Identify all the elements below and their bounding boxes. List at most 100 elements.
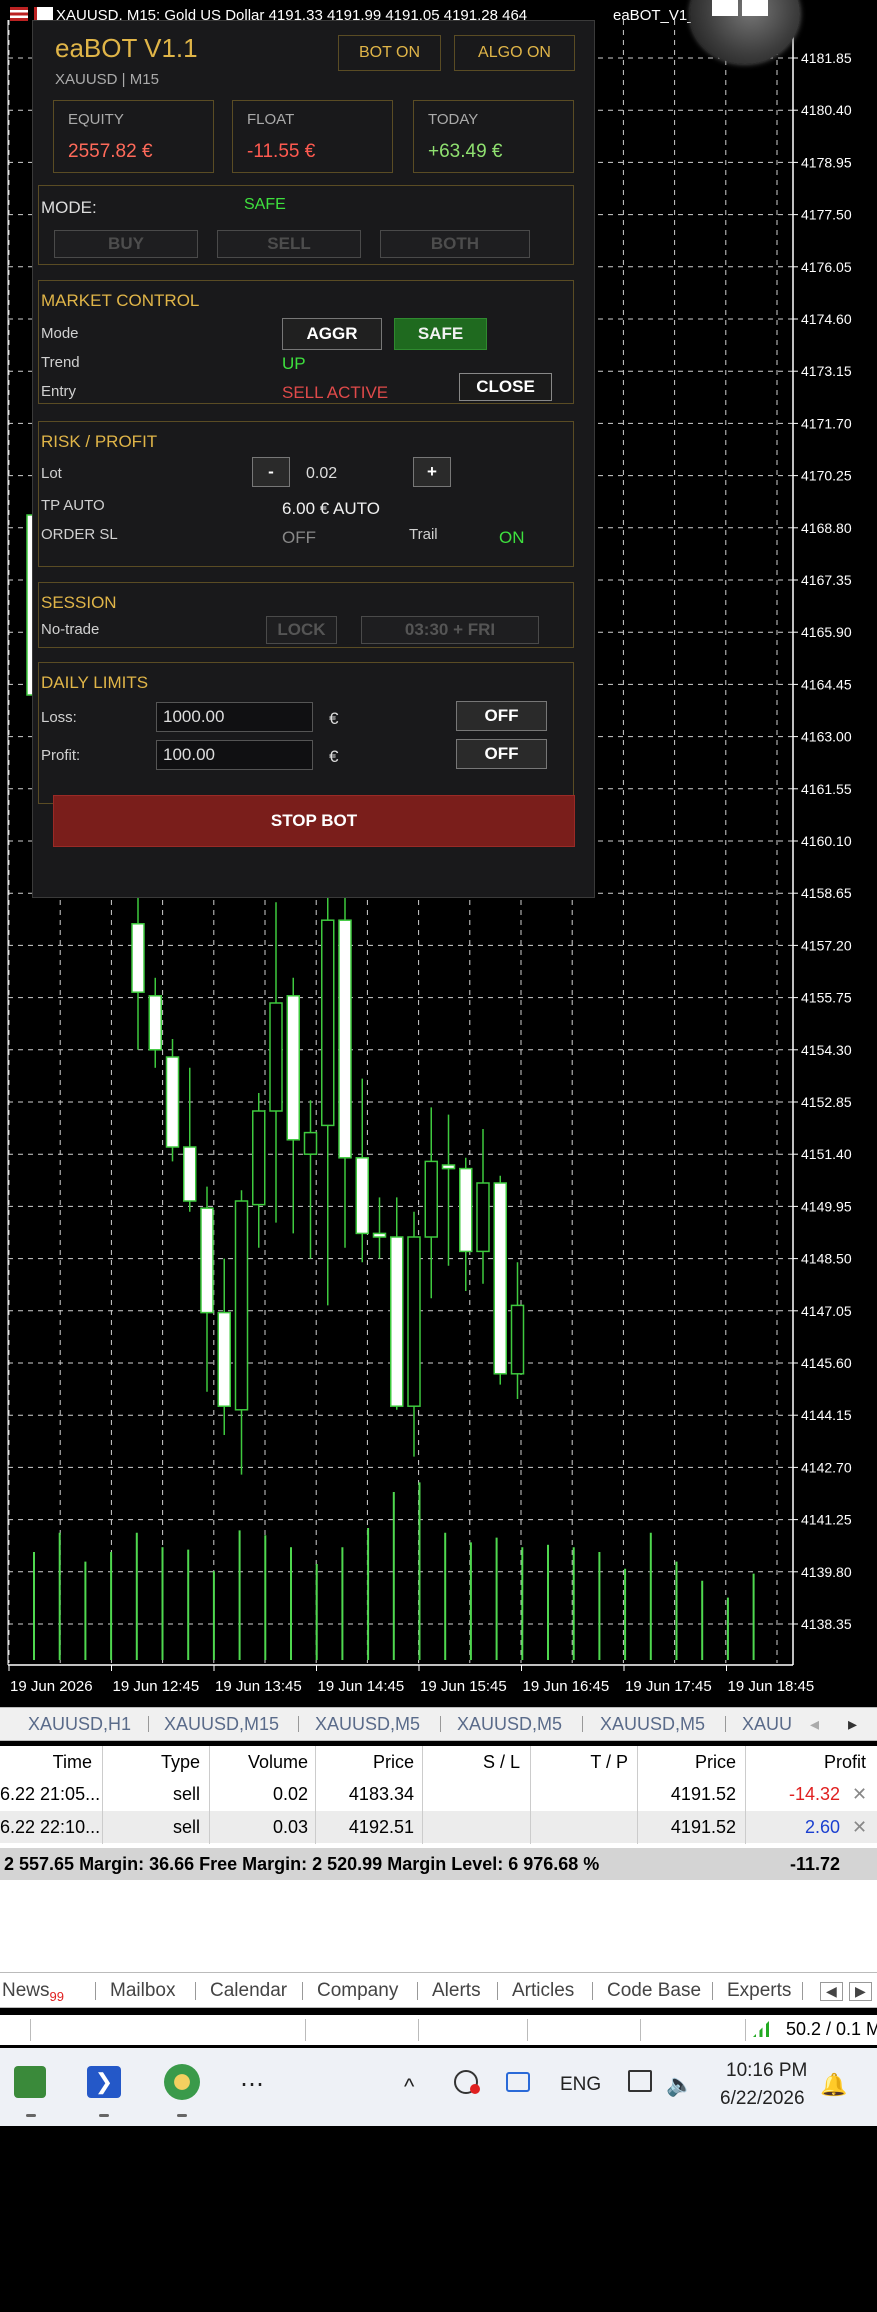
bot-on-button[interactable]: BOT ON xyxy=(338,35,441,71)
tab-news-label: News xyxy=(2,1980,50,2001)
col-volume[interactable]: Volume xyxy=(210,1746,312,1778)
profit-toggle-label: OFF xyxy=(484,744,519,763)
trail-value[interactable]: ON xyxy=(499,528,525,548)
lock-label: LOCK xyxy=(277,620,326,639)
loss-input[interactable]: 1000.00 xyxy=(156,702,313,732)
col-current-price[interactable]: Price xyxy=(638,1746,740,1778)
algo-on-button[interactable]: ALGO ON xyxy=(454,35,575,71)
volume-icon[interactable]: 🔈 xyxy=(666,2072,693,2098)
price-axis-label: 4165.90 xyxy=(801,624,852,640)
tab-divider xyxy=(802,1982,803,2000)
tab-calendar[interactable]: Calendar xyxy=(210,1980,287,2002)
tab-scroll-left-icon[interactable]: ◀ xyxy=(820,1982,843,2001)
col-time[interactable]: Time xyxy=(0,1746,96,1778)
price-axis-label: 4152.85 xyxy=(801,1094,852,1110)
profit-input[interactable]: 100.00 xyxy=(156,740,313,770)
candle-body xyxy=(217,1311,231,1407)
buy-button[interactable]: BUY xyxy=(54,230,198,258)
tab-xauusd-m5-2[interactable]: XAUUSD,M5 xyxy=(457,1714,562,1735)
order-sl-value[interactable]: OFF xyxy=(282,528,316,548)
tab-xauusd-h1[interactable]: XAUUSD,H1 xyxy=(28,1714,131,1735)
notification-bell-icon[interactable]: 🔔 xyxy=(820,2072,847,2098)
tab-xauusd-m5-1[interactable]: XAUUSD,M5 xyxy=(315,1714,420,1735)
tab-company[interactable]: Company xyxy=(317,1980,398,2002)
tab-xauusd-m15[interactable]: XAUUSD,M15 xyxy=(164,1714,279,1735)
price-axis-label: 4177.50 xyxy=(801,207,852,223)
clock-time[interactable]: 10:16 PM xyxy=(726,2060,807,2082)
tab-code-base[interactable]: Code Base xyxy=(607,1980,701,2002)
row-volume: 0.03 xyxy=(272,1817,308,1837)
clock-date[interactable]: 6/22/2026 xyxy=(720,2088,805,2110)
mode-row-label: Mode xyxy=(41,325,79,342)
candle-body xyxy=(476,1182,490,1253)
language-indicator[interactable]: ENG xyxy=(560,2074,601,2096)
profit-toggle-button[interactable]: OFF xyxy=(456,739,547,769)
candle-body xyxy=(252,1110,266,1206)
col-tp[interactable]: T / P xyxy=(532,1746,632,1778)
price-axis-label: 4147.05 xyxy=(801,1303,852,1319)
both-label: BOTH xyxy=(430,234,480,253)
col-profit[interactable]: Profit xyxy=(746,1746,868,1778)
both-button[interactable]: BOTH xyxy=(380,230,530,258)
price-axis-label: 4138.35 xyxy=(801,1616,852,1632)
col-divider xyxy=(315,1746,316,1844)
close-position-icon[interactable]: ✕ xyxy=(852,1778,872,1810)
tab-articles[interactable]: Articles xyxy=(512,1980,574,2002)
price-axis-label: 4144.15 xyxy=(801,1407,852,1423)
stop-bot-button[interactable]: STOP BOT xyxy=(53,795,575,847)
tab-xauusd-partial[interactable]: XAUU xyxy=(742,1714,797,1735)
price-axis-label: 4174.60 xyxy=(801,311,852,327)
close-position-icon[interactable]: ✕ xyxy=(852,1811,872,1843)
powershell-icon[interactable]: ❯ xyxy=(87,2066,121,2098)
col-sl[interactable]: S / L xyxy=(424,1746,524,1778)
connection-status[interactable]: 50.2 / 0.1 M xyxy=(786,2019,877,2040)
candle-body xyxy=(459,1167,473,1253)
tab-scroll-right-icon[interactable]: ▶ xyxy=(849,1982,872,2001)
session-time-button[interactable]: 03:30 + FRI xyxy=(361,616,539,644)
lock-button[interactable]: LOCK xyxy=(266,616,337,644)
row-price: 4192.51 xyxy=(348,1817,414,1837)
entry-label: Entry xyxy=(41,383,77,400)
tab-divider xyxy=(148,1716,149,1732)
lot-minus-button[interactable]: - xyxy=(252,457,290,487)
network-icon[interactable] xyxy=(628,2070,652,2092)
session-title: SESSION xyxy=(41,593,117,612)
loss-toggle-label: OFF xyxy=(484,706,519,725)
time-axis-label: 19 Jun 17:45 xyxy=(625,1678,712,1695)
show-hidden-icons-icon[interactable]: ^ xyxy=(404,2074,414,2100)
candle-body xyxy=(424,1160,438,1238)
blank-area xyxy=(0,1880,877,1972)
chart-area[interactable]: 4181.85 4180.40 4178.95 4177.50 4176.05 4174.… xyxy=(0,0,877,1707)
close-label: CLOSE xyxy=(476,377,535,396)
row-current-price: 4191.52 xyxy=(670,1784,736,1804)
news-count-badge: 99 xyxy=(49,1988,64,2004)
more-apps-icon[interactable]: ⋯ xyxy=(240,2070,264,2099)
status-divider xyxy=(305,2019,306,2041)
metatrader-icon[interactable] xyxy=(164,2064,200,2100)
col-type[interactable]: Type xyxy=(104,1746,204,1778)
chart-app-icon[interactable] xyxy=(14,2066,46,2098)
loss-toggle-button[interactable]: OFF xyxy=(456,701,547,731)
candle-body xyxy=(441,1164,456,1170)
balance-row: 2 557.65 Margin: 36.66 Free Margin: 2 52… xyxy=(0,1848,877,1880)
tab-xauusd-m5-3[interactable]: XAUUSD,M5 xyxy=(600,1714,705,1735)
lot-plus-button[interactable]: + xyxy=(413,457,451,487)
connected-devices-icon[interactable] xyxy=(506,2072,530,2092)
candle-body xyxy=(200,1207,214,1314)
signal-bars-icon xyxy=(753,2021,769,2037)
sell-button[interactable]: SELL xyxy=(217,230,361,258)
safe-button[interactable]: SAFE xyxy=(394,318,487,350)
close-button[interactable]: CLOSE xyxy=(459,373,552,401)
tab-scroll-left-icon[interactable]: ◂ xyxy=(810,1714,819,1735)
tab-news[interactable]: News99 xyxy=(2,1980,64,2004)
tab-alerts[interactable]: Alerts xyxy=(432,1980,481,2002)
tab-experts[interactable]: Experts xyxy=(727,1980,791,2002)
col-price[interactable]: Price xyxy=(316,1746,418,1778)
eabot-panel: eaBOT V1.1 XAUUSD | M15 BOT ON ALGO ON E… xyxy=(32,20,595,898)
aggr-button[interactable]: AGGR xyxy=(282,318,382,350)
time-axis-label: 19 Jun 16:45 xyxy=(523,1678,610,1695)
time-axis-label: 19 Jun 2026 xyxy=(10,1678,93,1695)
session-section: SESSION No-trade LOCK 03:30 + FRI xyxy=(38,582,574,648)
tab-scroll-right-icon[interactable]: ▸ xyxy=(848,1714,857,1735)
tab-mailbox[interactable]: Mailbox xyxy=(110,1980,175,2002)
